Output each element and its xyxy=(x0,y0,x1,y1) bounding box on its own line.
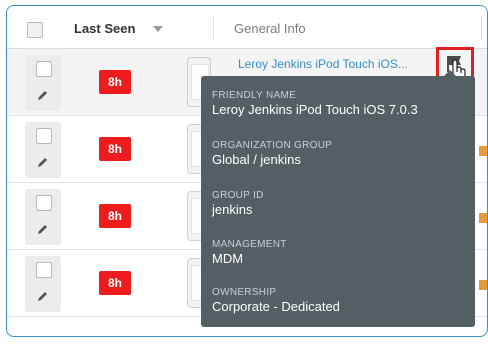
friendly-name-label: FRIENDLY NAME xyxy=(212,90,297,101)
column-divider xyxy=(481,16,482,40)
device-info-tooltip: FRIENDLY NAME Leroy Jenkins iPod Touch i… xyxy=(201,70,475,327)
ownership-label: OWNERSHIP xyxy=(212,287,277,298)
status-indicator xyxy=(479,213,487,223)
device-name-link[interactable]: Leroy Jenkins iPod Touch iOS... xyxy=(238,57,408,71)
sort-arrow-icon[interactable] xyxy=(153,26,163,32)
table-header: Last Seen General Info xyxy=(7,6,487,49)
column-divider xyxy=(213,16,214,40)
general-info-column-header[interactable]: General Info xyxy=(234,21,306,36)
row-actions xyxy=(25,256,61,312)
organization-group-value: Global / jenkins xyxy=(212,152,301,167)
last-seen-badge: 8h xyxy=(99,70,131,94)
row-checkbox[interactable] xyxy=(36,262,52,278)
last-seen-badge: 8h xyxy=(99,204,131,228)
select-all-checkbox[interactable] xyxy=(27,22,43,38)
management-value: MDM xyxy=(212,251,244,266)
last-seen-badge: 8h xyxy=(99,271,131,295)
pencil-icon[interactable] xyxy=(37,223,49,235)
last-seen-badge: 8h xyxy=(99,137,131,161)
row-checkbox[interactable] xyxy=(36,128,52,144)
last-seen-column-header[interactable]: Last Seen xyxy=(74,21,135,36)
ownership-value: Corporate - Dedicated xyxy=(212,299,340,314)
row-actions xyxy=(25,122,61,178)
group-id-label: GROUP ID xyxy=(212,190,264,201)
group-id-value: jenkins xyxy=(212,202,253,217)
tooltip-arrow xyxy=(443,70,457,77)
status-indicator xyxy=(479,146,487,156)
management-label: MANAGEMENT xyxy=(212,239,287,250)
pencil-icon[interactable] xyxy=(37,156,49,168)
pencil-icon[interactable] xyxy=(37,89,49,101)
status-indicator xyxy=(479,280,487,290)
row-actions xyxy=(25,55,61,111)
row-checkbox[interactable] xyxy=(36,61,52,77)
friendly-name-value: Leroy Jenkins iPod Touch iOS 7.0.3 xyxy=(212,102,418,117)
organization-group-label: ORGANIZATION GROUP xyxy=(212,140,333,151)
pencil-icon[interactable] xyxy=(37,290,49,302)
row-checkbox[interactable] xyxy=(36,195,52,211)
row-actions xyxy=(25,189,61,245)
